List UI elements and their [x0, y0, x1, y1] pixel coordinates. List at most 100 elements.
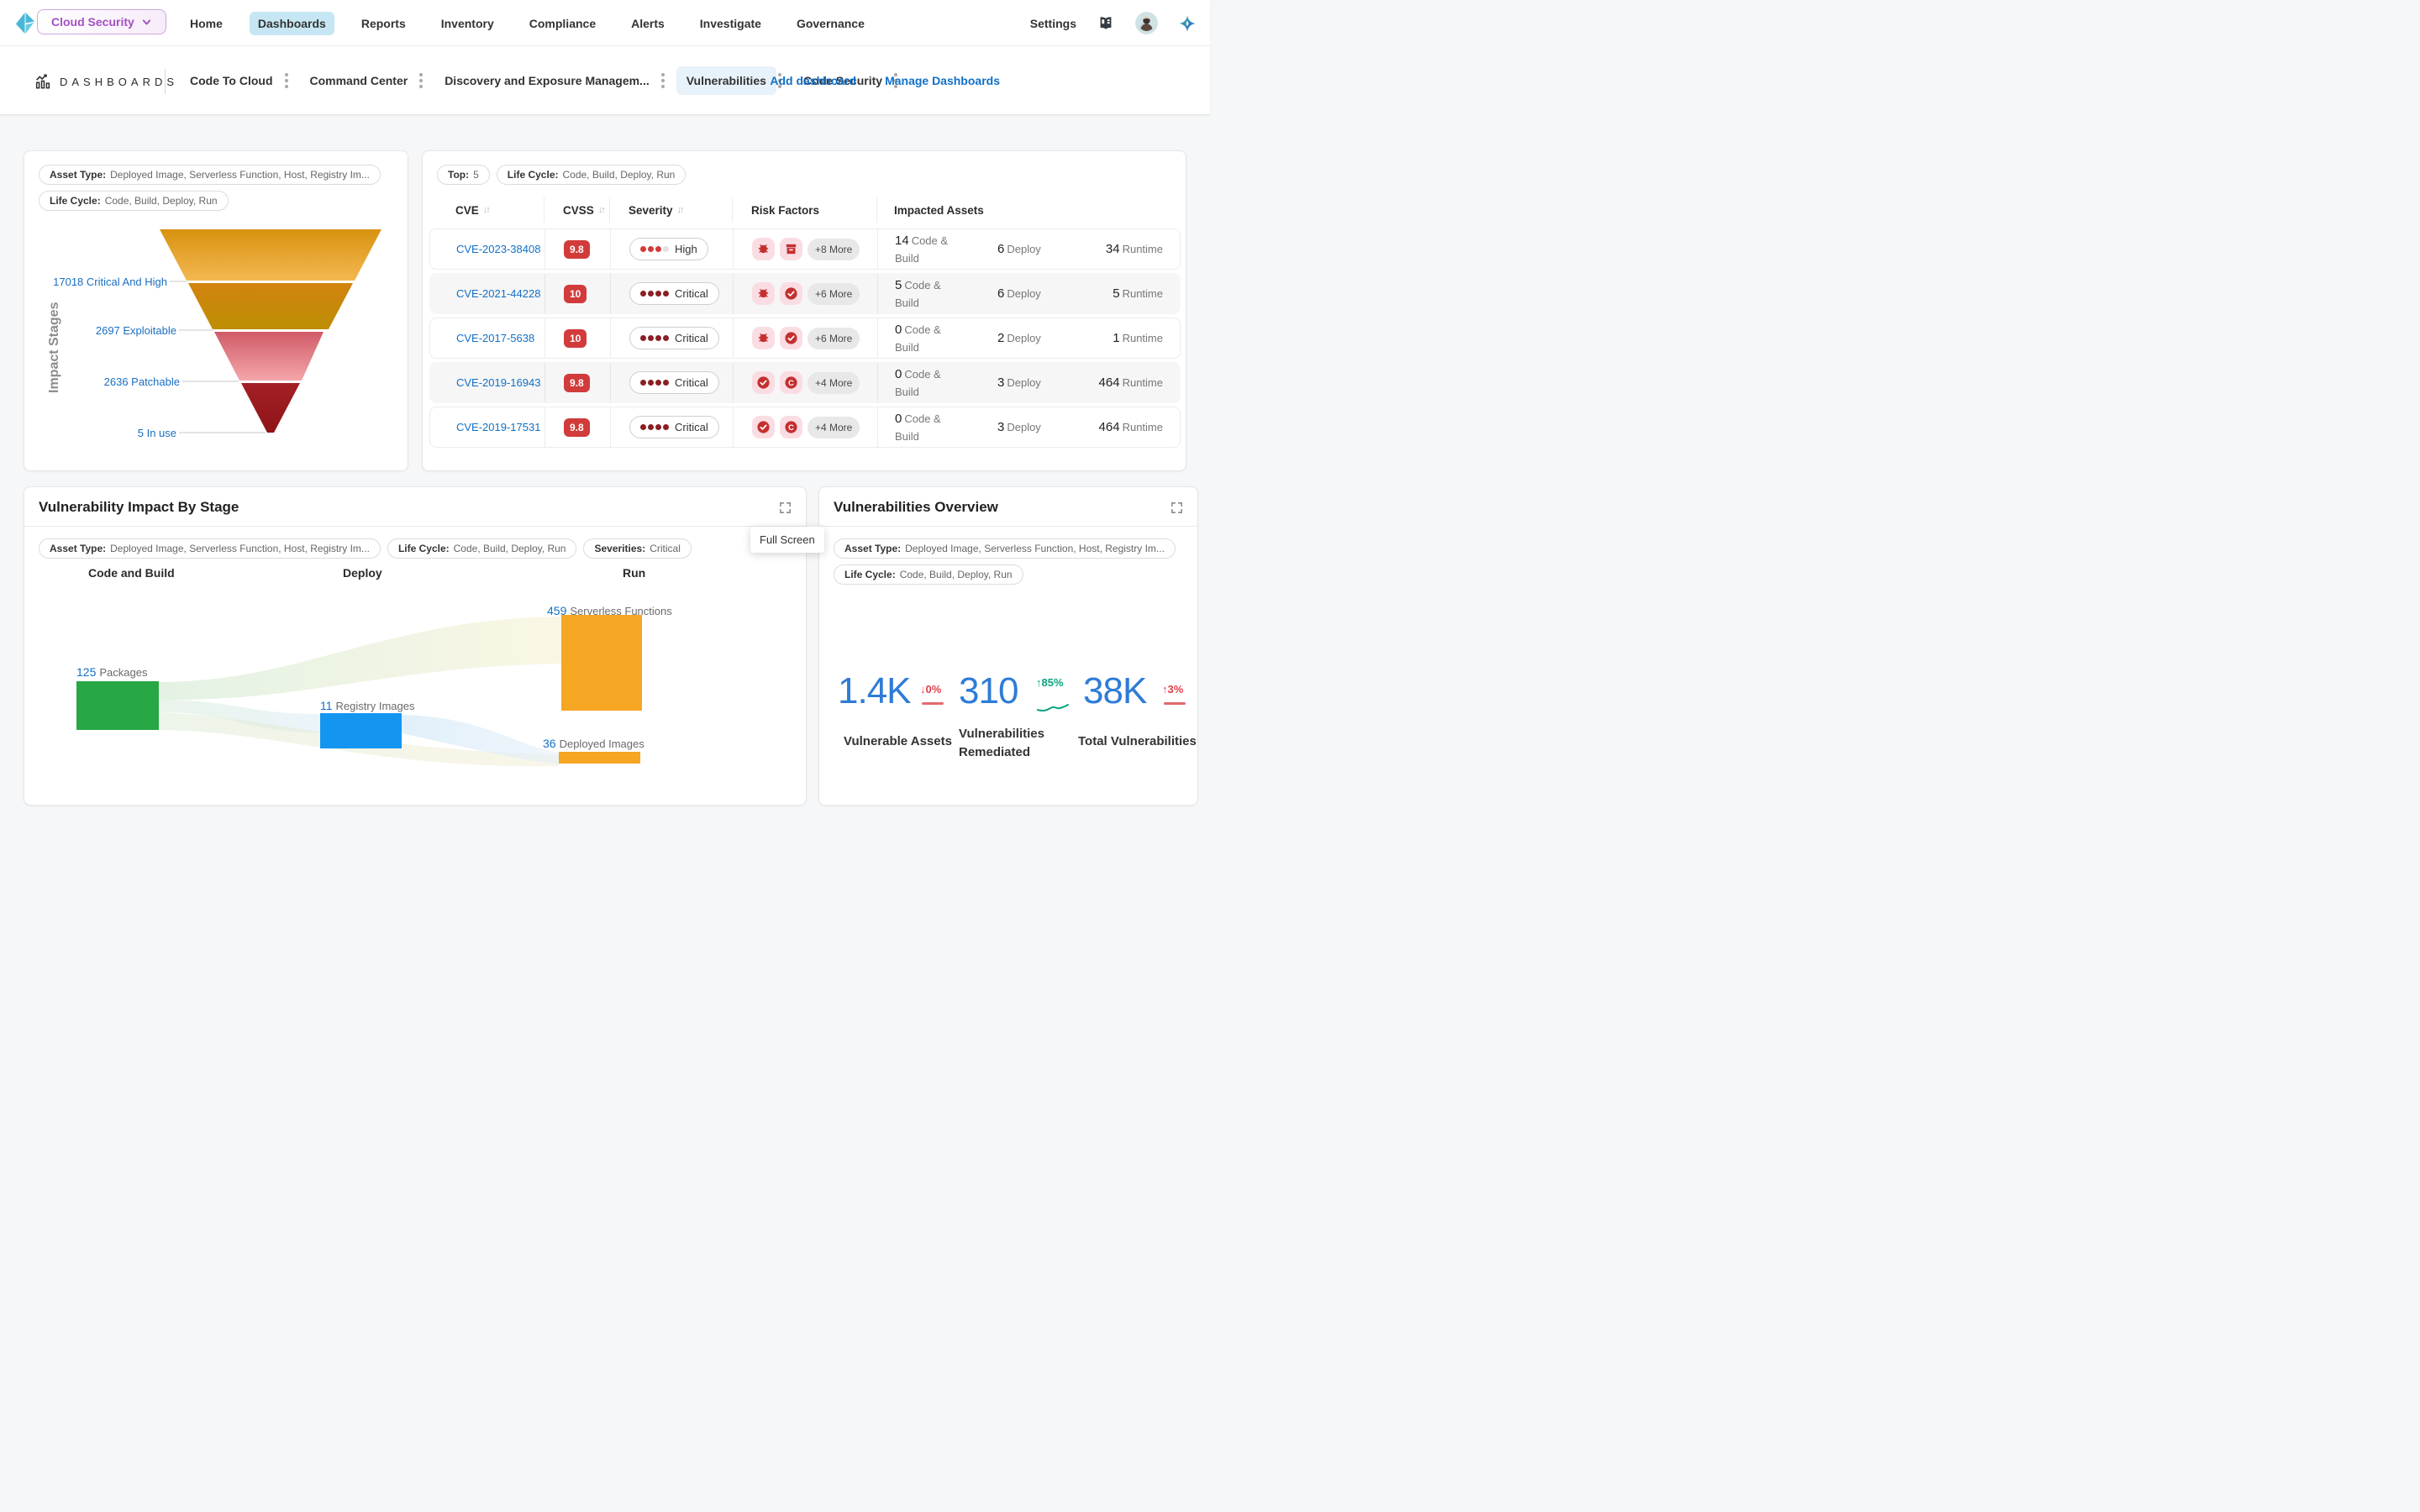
sankey-node-deployed-images[interactable] [559, 752, 640, 764]
table-row[interactable]: CVE-2017-5638 10 Critical +6 More 0Code … [429, 318, 1181, 359]
nav-item-investigate[interactable]: Investigate [692, 12, 770, 35]
funnel-stage-in-use [241, 383, 300, 433]
kebab-menu-icon[interactable] [285, 73, 288, 88]
funnel-label-patchable: 2636 Patchable [104, 375, 180, 388]
impacted-runtime: 464Runtime [1097, 417, 1163, 437]
impact-stages-funnel-panel: Asset Type: Deployed Image, Serverless F… [24, 150, 408, 471]
severity-badge: Critical [629, 327, 719, 349]
sort-icon[interactable]: ↓↑ [677, 205, 683, 215]
product-switcher[interactable]: Cloud Security [37, 9, 166, 34]
archive-icon [780, 238, 802, 260]
column-header-severity[interactable]: Severity↓↑ [610, 197, 733, 223]
column-header-cve[interactable]: CVE↓↑ [423, 197, 544, 223]
panel-title: Vulnerability Impact By Stage [39, 499, 239, 516]
sankey-node-packages[interactable] [76, 681, 159, 730]
cve-table-header: CVE↓↑ CVSS↓↑ Severity↓↑ Risk Factors Imp… [423, 197, 1187, 223]
documentation-book-icon[interactable] [1097, 14, 1115, 33]
prisma-cloud-logo-icon [15, 12, 36, 34]
c-badge-icon [780, 371, 802, 394]
filter-pill-asset-type[interactable]: Asset Type: Deployed Image, Serverless F… [39, 538, 381, 559]
filter-pill-life-cycle[interactable]: Life Cycle: Code, Build, Deploy, Run [39, 191, 229, 211]
flat-trend-sparkline [1164, 702, 1186, 705]
nav-item-alerts[interactable]: Alerts [623, 12, 673, 35]
table-row[interactable]: CVE-2021-44228 10 Critical +6 More 5Code… [429, 273, 1181, 314]
filter-pill-life-cycle[interactable]: Life Cycle: Code, Build, Deploy, Run [497, 165, 687, 185]
impacted-code-build: 0Code & Build [895, 409, 965, 445]
manage-dashboards-link[interactable]: Manage Dashboards [885, 74, 1000, 87]
severity-badge: Critical [629, 282, 719, 305]
divider [819, 526, 1197, 527]
filter-pill-asset-type[interactable]: Asset Type: Deployed Image, Serverless F… [39, 165, 381, 185]
more-risk-factors-badge[interactable]: +6 More [808, 283, 860, 305]
column-header-risk-factors: Risk Factors [733, 197, 877, 223]
stat-vulnerabilities-remediated-label: Vulnerabilities Remediated [959, 725, 1060, 762]
topnav-right-actions: Settings [1030, 0, 1197, 46]
main-nav: Home Dashboards Reports Inventory Compli… [182, 0, 873, 46]
more-risk-factors-badge[interactable]: +6 More [808, 328, 860, 349]
table-row[interactable]: CVE-2019-17531 9.8 Critical +4 More 0Cod… [429, 407, 1181, 448]
impacted-deploy: 3Deploy [997, 373, 1097, 392]
divider [165, 69, 166, 94]
nav-item-governance[interactable]: Governance [788, 12, 873, 35]
cvss-score-badge: 10 [564, 329, 587, 348]
column-header-cvss[interactable]: CVSS↓↑ [544, 197, 610, 223]
cve-link[interactable]: CVE-2019-17531 [456, 421, 540, 433]
impacted-runtime: 464Runtime [1097, 373, 1163, 392]
more-risk-factors-badge[interactable]: +4 More [808, 417, 860, 438]
nav-item-home[interactable]: Home [182, 12, 231, 35]
sort-icon[interactable]: ↓↑ [483, 205, 489, 215]
bug-icon [752, 282, 775, 305]
sankey-label-packages: 125Packages [76, 665, 147, 679]
column-header-impacted-assets: Impacted Assets [877, 197, 1187, 223]
nav-item-inventory[interactable]: Inventory [433, 12, 502, 35]
tab-discovery-exposure[interactable]: Discovery and Exposure Managem... [434, 66, 676, 95]
more-risk-factors-badge[interactable]: +4 More [808, 372, 860, 394]
fullscreen-expand-icon[interactable] [1170, 501, 1184, 515]
kebab-menu-icon[interactable] [661, 73, 665, 88]
add-dashboard-link[interactable]: Add dashboard [770, 74, 856, 87]
cvss-score-badge: 10 [564, 285, 587, 303]
nav-item-reports[interactable]: Reports [353, 12, 414, 35]
tab-code-to-cloud[interactable]: Code To Cloud [180, 66, 300, 95]
kebab-menu-icon[interactable] [419, 73, 423, 88]
impacted-runtime: 34Runtime [1097, 239, 1163, 259]
funnel-stage-critical-and-high [160, 229, 381, 281]
c-badge-icon [780, 416, 802, 438]
ai-copilot-sparkle-icon[interactable] [1178, 14, 1197, 33]
vulnerability-sankey-chart [24, 571, 808, 790]
filter-pill-life-cycle[interactable]: Life Cycle: Code, Build, Deploy, Run [834, 564, 1023, 585]
check-icon [780, 327, 802, 349]
cve-link[interactable]: CVE-2021-44228 [456, 287, 540, 300]
stat-vulnerable-assets-label: Vulnerable Assets [844, 732, 952, 751]
severity-badge: Critical [629, 416, 719, 438]
product-switcher-label: Cloud Security [51, 15, 134, 29]
sort-icon[interactable]: ↓↑ [598, 205, 604, 215]
prisma-cloud-dashboard: Cloud Security Home Dashboards Reports I… [0, 0, 1210, 756]
cve-link[interactable]: CVE-2019-16943 [456, 376, 540, 389]
sankey-label-deployed-images: 36Deployed Images [543, 737, 644, 750]
cve-link[interactable]: CVE-2023-38408 [456, 243, 540, 255]
funnel-label-critical-and-high: 17018 Critical And High [53, 276, 167, 288]
cvss-score-badge: 9.8 [564, 418, 590, 437]
sankey-node-registry-images[interactable] [320, 713, 402, 748]
nav-item-dashboards[interactable]: Dashboards [250, 12, 334, 35]
filter-pill-top[interactable]: Top: 5 [437, 165, 490, 185]
stat-total-vulnerabilities-delta: ↑3% [1162, 683, 1183, 696]
dashboards-chart-icon [34, 72, 52, 91]
nav-item-compliance[interactable]: Compliance [521, 12, 604, 35]
table-row[interactable]: CVE-2019-16943 9.8 Critical +4 More 0Cod… [429, 362, 1181, 403]
table-row[interactable]: CVE-2023-38408 9.8 High +8 More 14Code &… [429, 228, 1181, 270]
flat-trend-sparkline [922, 702, 944, 705]
tab-command-center[interactable]: Command Center [300, 66, 435, 95]
stat-vulnerable-assets-value: 1.4K [838, 671, 911, 711]
more-risk-factors-badge[interactable]: +8 More [808, 239, 860, 260]
stat-vulnerabilities-remediated-value: 310 [959, 671, 1018, 711]
filter-pill-life-cycle[interactable]: Life Cycle: Code, Build, Deploy, Run [387, 538, 577, 559]
filter-pill-asset-type[interactable]: Asset Type: Deployed Image, Serverless F… [834, 538, 1176, 559]
cve-link[interactable]: CVE-2017-5638 [456, 332, 534, 344]
fullscreen-expand-icon[interactable] [778, 501, 792, 515]
sankey-node-serverless-functions[interactable] [561, 615, 642, 711]
settings-button[interactable]: Settings [1030, 17, 1076, 30]
user-avatar[interactable] [1135, 12, 1158, 34]
filter-pill-severities[interactable]: Severities: Critical [583, 538, 691, 559]
